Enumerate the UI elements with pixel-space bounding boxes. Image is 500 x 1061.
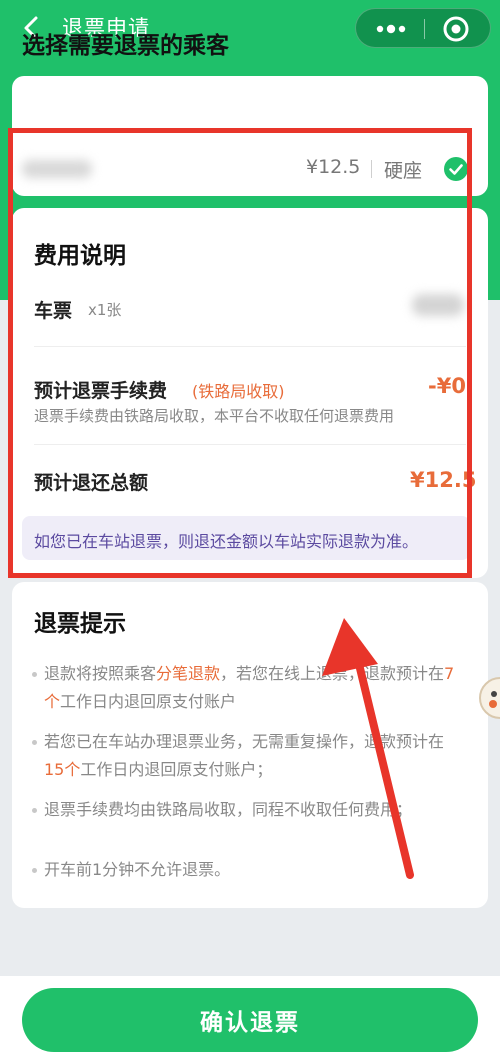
- tip-item: 退款将按照乘客分笔退款，若您在线上退票，退款预计在7个工作日内退回原支付账户: [32, 660, 464, 716]
- mini-program-capsule: [355, 8, 491, 48]
- passenger-section-heading: 选择需要退票的乘客: [22, 33, 229, 59]
- tip-item: 开车前1分钟不允许退票。: [32, 856, 464, 884]
- confirm-refund-button[interactable]: 确认退票: [22, 988, 478, 1052]
- tip-text: 工作日内退回原支付账户: [60, 692, 237, 711]
- capsule-divider: [424, 19, 425, 39]
- tip-highlight: 分笔退款: [156, 664, 221, 683]
- tip-item: 退票手续费均由铁路局收取，同程不收取任何费用；: [32, 796, 464, 824]
- target-icon[interactable]: [442, 15, 470, 43]
- floating-mascot-icon[interactable]: [476, 668, 500, 728]
- tip-text: ，若您在线上退票，退款预计在: [220, 664, 445, 683]
- tip-highlight: 15个: [44, 760, 81, 779]
- tip-text: 若您已在车站办理退票业务，无需重复操作，退款预计在: [44, 732, 445, 751]
- tip-item: 若您已在车站办理退票业务，无需重复操作，退款预计在 15个工作日内退回原支付账户；: [32, 728, 464, 784]
- annotation-red-frame: [8, 128, 472, 578]
- tip-text: 退款将按照乘客: [44, 664, 157, 683]
- more-icon[interactable]: [374, 19, 408, 39]
- tip-text: 工作日内退回原支付账户；: [80, 760, 273, 779]
- tips-section-heading: 退票提示: [34, 611, 126, 637]
